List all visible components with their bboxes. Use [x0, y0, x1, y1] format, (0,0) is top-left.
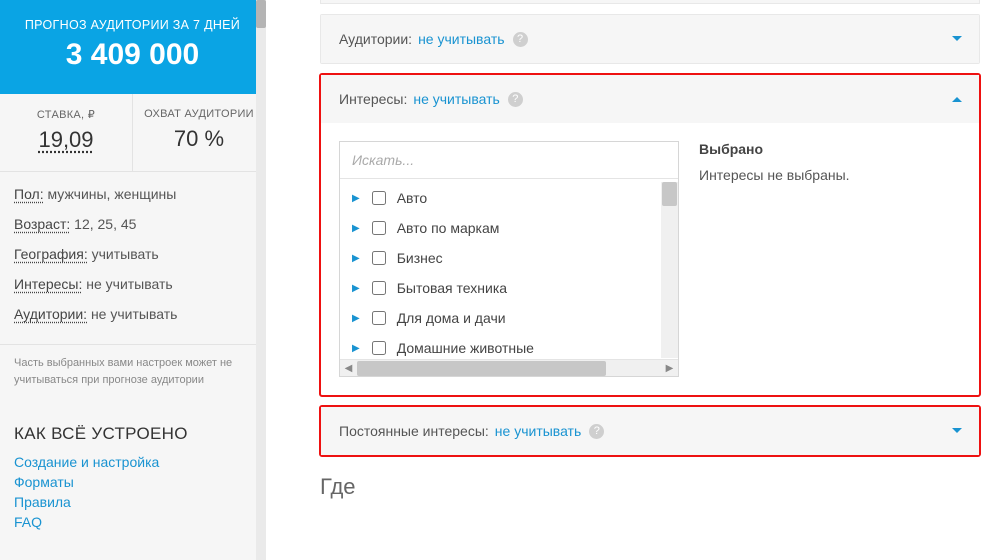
- audiences-block: Аудитории: не учитывать ?: [320, 14, 980, 64]
- how-link-create[interactable]: Создание и настройка: [14, 454, 251, 470]
- tree-label: Авто: [397, 190, 428, 206]
- scroll-left-icon[interactable]: ◀: [340, 360, 357, 377]
- tree-checkbox[interactable]: [372, 281, 386, 295]
- interests-value: не учитывать: [413, 91, 499, 107]
- interests-columns: ▶ Авто ▶ Авто по маркам ▶: [339, 141, 961, 377]
- how-link-formats[interactable]: Форматы: [14, 474, 251, 490]
- constant-interests-value: не учитывать: [495, 423, 581, 439]
- reach-cell: ОХВАТ АУДИТОРИИ 70 %: [133, 94, 265, 171]
- expand-icon[interactable]: ▶: [352, 313, 360, 324]
- help-icon[interactable]: ?: [508, 92, 523, 107]
- selected-empty-text: Интересы не выбраны.: [699, 167, 961, 183]
- tree-item[interactable]: ▶ Авто: [340, 183, 678, 213]
- how-title: КАК ВСЁ УСТРОЕНО: [14, 424, 251, 444]
- constant-interests-title: Постоянные интересы:: [339, 423, 489, 439]
- tree-horizontal-scrollbar[interactable]: ◀ ▶: [340, 359, 678, 376]
- how-it-works: КАК ВСЁ УСТРОЕНО Создание и настройка Фо…: [0, 424, 265, 530]
- tree-label: Домашние животные: [397, 340, 534, 356]
- help-icon[interactable]: ?: [513, 32, 528, 47]
- tree-horizontal-thumb[interactable]: [357, 361, 606, 376]
- prev-block-edge: [320, 0, 980, 4]
- help-icon[interactable]: ?: [589, 424, 604, 439]
- expand-icon[interactable]: ▶: [352, 253, 360, 264]
- reach-value: 70 %: [139, 126, 259, 152]
- sidebar-scrollbar-thumb[interactable]: [256, 0, 266, 28]
- filters-summary: Пол: мужчины, женщины Возраст: 12, 25, 4…: [0, 172, 265, 344]
- filter-age[interactable]: Возраст: 12, 25, 45: [14, 216, 251, 232]
- tree-item[interactable]: ▶ Авто по маркам: [340, 213, 678, 243]
- forecast-value: 3 409 000: [10, 38, 255, 72]
- tree-label: Бизнес: [397, 250, 443, 266]
- tree-checkbox[interactable]: [372, 191, 386, 205]
- interests-header[interactable]: Интересы: не учитывать ?: [321, 75, 979, 123]
- constant-interests-header[interactable]: Постоянные интересы: не учитывать ?: [321, 407, 979, 455]
- interests-tree: ▶ Авто ▶ Авто по маркам ▶: [339, 141, 679, 377]
- filter-audiences[interactable]: Аудитории: не учитывать: [14, 306, 251, 322]
- interests-selected: Выбрано Интересы не выбраны.: [699, 141, 961, 377]
- page-root: ПРОГНОЗ АУДИТОРИИ ЗА 7 ДНЕЙ 3 409 000 СТ…: [0, 0, 998, 560]
- tree-label: Для дома и дачи: [397, 310, 506, 326]
- chevron-down-icon: [951, 427, 963, 435]
- section-where-heading: Где: [320, 474, 980, 500]
- forecast-note: Часть выбранных вами настроек может не у…: [0, 344, 265, 402]
- tree-checkbox[interactable]: [372, 311, 386, 325]
- tree-item[interactable]: ▶ Для дома и дачи: [340, 303, 678, 333]
- stake-cell: СТАВКА, ₽ 19,09: [0, 94, 133, 171]
- tree-label: Бытовая техника: [397, 280, 507, 296]
- filter-geo[interactable]: География: учитывать: [14, 246, 251, 262]
- audiences-header[interactable]: Аудитории: не учитывать ?: [321, 15, 979, 63]
- scroll-right-icon[interactable]: ▶: [661, 360, 678, 377]
- tree-vertical-thumb[interactable]: [662, 182, 677, 206]
- interests-search-input[interactable]: [340, 142, 678, 179]
- chevron-down-icon: [951, 35, 963, 43]
- metrics-row: СТАВКА, ₽ 19,09 ОХВАТ АУДИТОРИИ 70 %: [0, 94, 265, 172]
- interests-tree-list: ▶ Авто ▶ Авто по маркам ▶: [340, 179, 678, 359]
- filter-interests[interactable]: Интересы: не учитывать: [14, 276, 251, 292]
- main-content: Аудитории: не учитывать ? Интересы: не у…: [276, 0, 998, 560]
- selected-title: Выбрано: [699, 141, 961, 157]
- how-link-faq[interactable]: FAQ: [14, 514, 251, 530]
- chevron-up-icon: [951, 95, 963, 103]
- stake-label: СТАВКА, ₽: [6, 108, 126, 121]
- tree-checkbox[interactable]: [372, 221, 386, 235]
- interests-body: ▶ Авто ▶ Авто по маркам ▶: [321, 123, 979, 395]
- forecast-panel: ПРОГНОЗ АУДИТОРИИ ЗА 7 ДНЕЙ 3 409 000: [0, 0, 265, 94]
- filter-gender[interactable]: Пол: мужчины, женщины: [14, 186, 251, 202]
- tree-h-track[interactable]: [357, 360, 661, 376]
- how-link-rules[interactable]: Правила: [14, 494, 251, 510]
- expand-icon[interactable]: ▶: [352, 283, 360, 294]
- stake-value[interactable]: 19,09: [6, 127, 126, 153]
- tree-item[interactable]: ▶ Бытовая техника: [340, 273, 678, 303]
- constant-interests-block: Постоянные интересы: не учитывать ?: [320, 406, 980, 456]
- reach-label: ОХВАТ АУДИТОРИИ: [139, 108, 259, 120]
- expand-icon[interactable]: ▶: [352, 193, 360, 204]
- tree-label: Авто по маркам: [397, 220, 500, 236]
- expand-icon[interactable]: ▶: [352, 343, 360, 354]
- sidebar: ПРОГНОЗ АУДИТОРИИ ЗА 7 ДНЕЙ 3 409 000 СТ…: [0, 0, 266, 560]
- tree-vertical-scrollbar[interactable]: [661, 182, 678, 358]
- sidebar-scrollbar[interactable]: [256, 0, 266, 560]
- tree-item[interactable]: ▶ Домашние животные: [340, 333, 678, 359]
- tree-item[interactable]: ▶ Бизнес: [340, 243, 678, 273]
- audiences-title: Аудитории:: [339, 31, 412, 47]
- interests-title: Интересы:: [339, 91, 407, 107]
- tree-checkbox[interactable]: [372, 251, 386, 265]
- audiences-value: не учитывать: [418, 31, 504, 47]
- tree-checkbox[interactable]: [372, 341, 386, 355]
- interests-block: Интересы: не учитывать ? ▶ Авто: [320, 74, 980, 396]
- forecast-title: ПРОГНОЗ АУДИТОРИИ ЗА 7 ДНЕЙ: [10, 18, 255, 32]
- expand-icon[interactable]: ▶: [352, 223, 360, 234]
